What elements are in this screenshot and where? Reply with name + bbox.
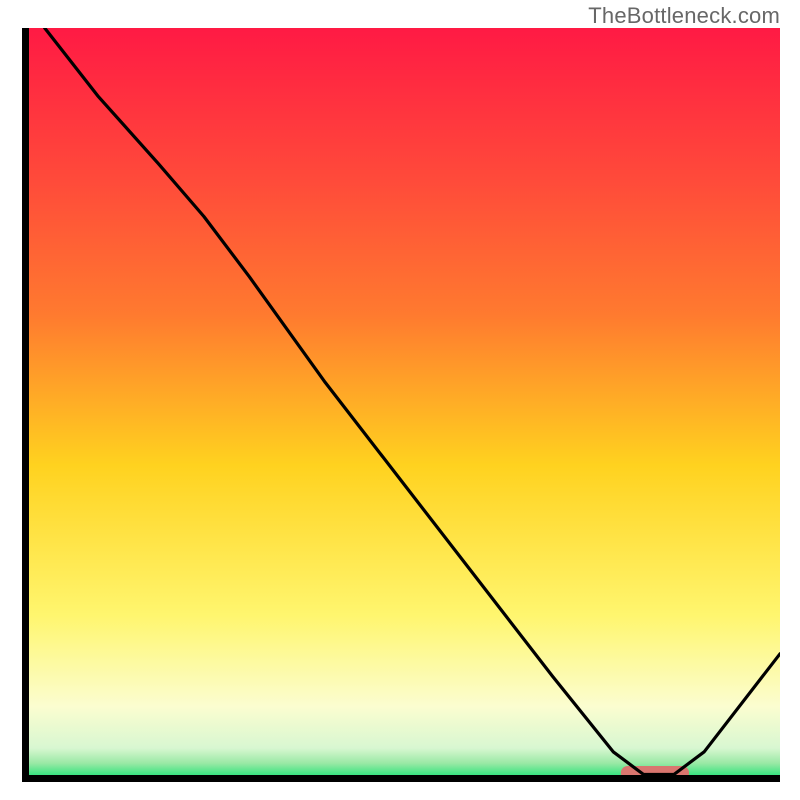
chart-svg <box>22 28 780 782</box>
chart-plot-area <box>22 28 780 782</box>
attribution-text: TheBottleneck.com <box>588 3 780 29</box>
chart-background <box>22 28 780 782</box>
